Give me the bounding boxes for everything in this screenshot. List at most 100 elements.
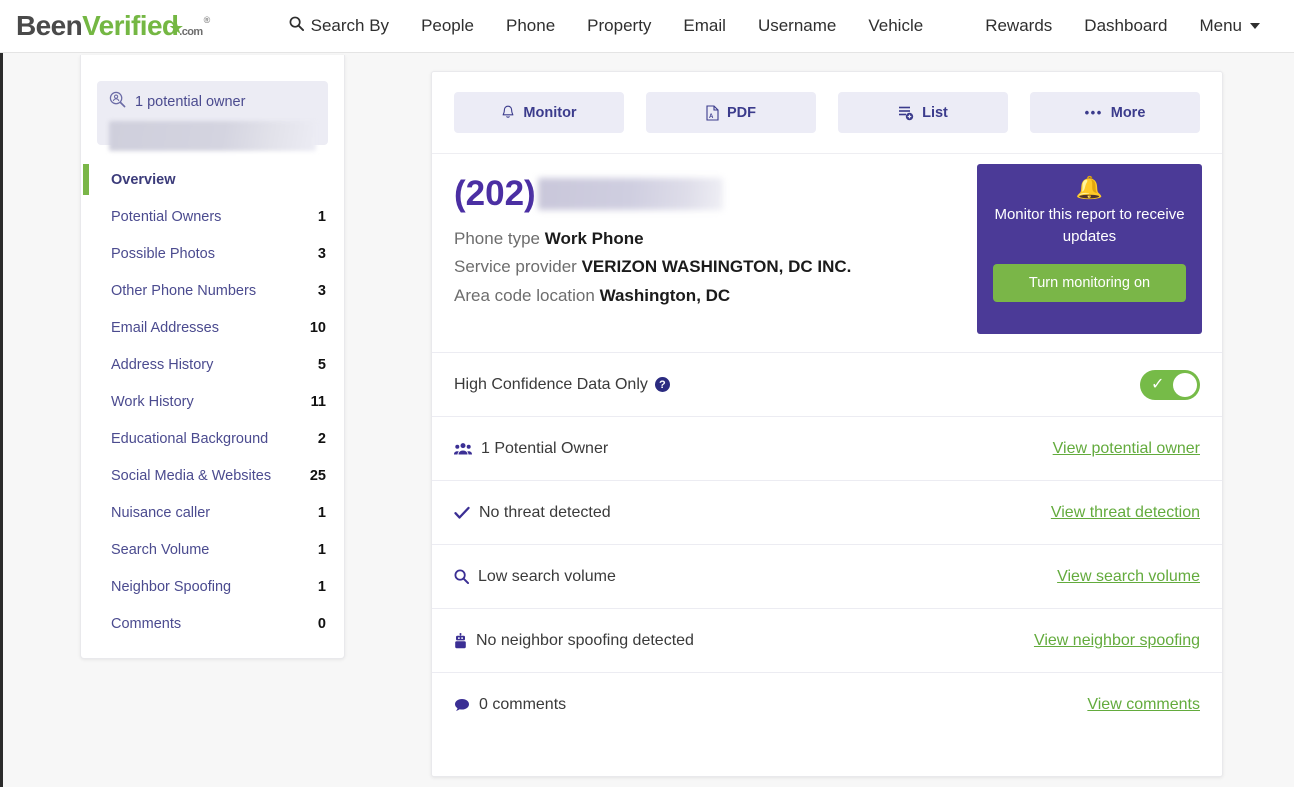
sidebar-item-count: 25 (309, 467, 326, 484)
high-confidence-toggle[interactable]: ✓ (1140, 369, 1200, 400)
top-navigation-bar: Been Verified ★ .com ® Search By People Phon… (0, 0, 1294, 53)
sidebar-item-overview[interactable]: Overview (81, 161, 344, 198)
help-icon[interactable]: ? (654, 377, 670, 393)
sidebar-item-address-history[interactable]: Address History 5 (81, 346, 344, 383)
list-button[interactable]: List (838, 92, 1008, 133)
pdf-file-icon: A (706, 104, 719, 121)
nav-label-dashboard: Dashboard (1084, 16, 1168, 35)
sidebar-item-label: Neighbor Spoofing (111, 578, 232, 595)
potential-owner-redacted-value (109, 121, 316, 151)
pdf-button-label: PDF (727, 104, 756, 121)
sidebar-item-count: 2 (317, 430, 326, 447)
sidebar-item-label: Work History (111, 393, 194, 410)
potential-owner-label: 1 potential owner (135, 93, 246, 110)
sidebar-item-count: 10 (309, 319, 326, 336)
sidebar-item-potential-owners[interactable]: Potential Owners 1 (81, 198, 344, 235)
sidebar-item-work-history[interactable]: Work History 11 (81, 383, 344, 420)
report-sidebar: 1 potential owner Overview Potential Own… (80, 55, 345, 659)
sidebar-item-other-phone-numbers[interactable]: Other Phone Numbers 3 (81, 272, 344, 309)
high-confidence-label-group: High Confidence Data Only ? (454, 376, 670, 394)
sidebar-item-label: Social Media & Websites (111, 467, 272, 484)
nav-item-phone[interactable]: Phone (490, 16, 571, 36)
sidebar-item-comments[interactable]: Comments 0 (81, 605, 344, 642)
sidebar-item-label: Possible Photos (111, 245, 215, 262)
phone-summary-section: (202) Phone type Work Phone Service prov… (432, 154, 1222, 334)
nav-item-property[interactable]: Property (571, 16, 667, 36)
more-button-label: More (1110, 104, 1146, 121)
sidebar-item-search-volume[interactable]: Search Volume 1 (81, 531, 344, 568)
nav-item-username[interactable]: Username (742, 16, 852, 36)
beenverified-logo[interactable]: Been Verified ★ .com ® (16, 12, 221, 40)
sidebar-item-count: 1 (317, 541, 326, 558)
summary-row-content: No neighbor spoofing detected (454, 632, 694, 650)
potential-owner-selector[interactable]: 1 potential owner (97, 81, 328, 151)
sidebar-item-nuisance-caller[interactable]: Nuisance caller 1 (81, 494, 344, 531)
search-person-icon (109, 91, 126, 112)
high-confidence-label: High Confidence Data Only (454, 375, 648, 393)
robot-icon (454, 632, 467, 649)
nav-item-search-by[interactable]: Search By (273, 16, 405, 36)
list-add-icon (898, 105, 914, 121)
logo-verified: Verified (82, 10, 179, 41)
sidebar-item-email-addresses[interactable]: Email Addresses 10 (81, 309, 344, 346)
monitor-promo-text: Monitor this report to receive updates (994, 206, 1185, 245)
view-potential-owner-link[interactable]: View potential owner (1053, 440, 1200, 458)
monitor-button-label: Monitor (523, 104, 577, 121)
sidebar-item-count: 0 (317, 615, 326, 632)
page-body: 1 potential owner Overview Potential Own… (0, 53, 1294, 787)
report-toolbar: Monitor A PDF List ••• More (432, 72, 1222, 154)
phone-type-value: Work Phone (544, 228, 644, 248)
toggle-knob (1173, 372, 1197, 397)
toggle-check-icon: ✓ (1151, 375, 1165, 393)
nav-item-email[interactable]: Email (667, 16, 742, 36)
high-confidence-toggle-row: High Confidence Data Only ? ✓ (432, 352, 1222, 416)
sidebar-item-social-media-websites[interactable]: Social Media & Websites 25 (81, 457, 344, 494)
nav-label-rewards: Rewards (985, 16, 1053, 35)
nav-label-people: People (421, 16, 474, 35)
summary-row-content: No threat detected (454, 504, 611, 522)
list-button-label: List (922, 104, 948, 121)
monitor-button[interactable]: Monitor (454, 92, 624, 133)
sidebar-item-count: 11 (310, 393, 326, 410)
phone-type-label: Phone type (454, 228, 541, 248)
more-button[interactable]: ••• More (1030, 92, 1200, 133)
view-search-volume-link[interactable]: View search volume (1057, 568, 1200, 586)
nav-label-phone: Phone (506, 16, 556, 35)
summary-row-search-volume: Low search volume View search volume (432, 544, 1222, 608)
phone-number-prefix: (202) (454, 174, 536, 213)
view-neighbor-spoofing-link[interactable]: View neighbor spoofing (1034, 632, 1200, 650)
nav-item-menu[interactable]: Menu (1183, 16, 1276, 36)
view-threat-detection-link[interactable]: View threat detection (1051, 504, 1200, 522)
service-provider-label: Service provider (454, 257, 577, 277)
pdf-button[interactable]: A PDF (646, 92, 816, 133)
logo-registered-icon: ® (203, 15, 211, 25)
potential-owner-header: 1 potential owner (109, 91, 316, 112)
sidebar-item-label: Overview (111, 171, 176, 188)
sidebar-section-list: Overview Potential Owners 1 Possible Pho… (81, 161, 344, 642)
sidebar-item-neighbor-spoofing[interactable]: Neighbor Spoofing 1 (81, 568, 344, 605)
nav-item-dashboard[interactable]: Dashboard (1068, 16, 1183, 36)
turn-monitoring-on-button[interactable]: Turn monitoring on (993, 263, 1186, 302)
nav-label-email: Email (683, 16, 726, 35)
nav-label-vehicle: Vehicle (868, 16, 924, 35)
sidebar-item-count: 5 (317, 356, 326, 373)
sidebar-item-label: Address History (111, 356, 214, 373)
nav-item-people[interactable]: People (405, 16, 490, 36)
sidebar-item-possible-photos[interactable]: Possible Photos 3 (81, 235, 344, 272)
ellipsis-icon: ••• (1084, 105, 1103, 120)
monitor-promo-card: 🔔 Monitor this report to receive updates… (977, 164, 1202, 334)
chevron-down-icon (1250, 23, 1260, 29)
summary-row-threat: No threat detected View threat detection (432, 480, 1222, 544)
summary-row-text: Low search volume (478, 567, 616, 585)
check-icon (454, 506, 470, 520)
sidebar-item-count: 1 (317, 208, 326, 225)
sidebar-item-educational-background[interactable]: Educational Background 2 (81, 420, 344, 457)
sidebar-item-label: Potential Owners (111, 208, 222, 225)
area-code-value: Washington, DC (599, 285, 731, 305)
nav-item-rewards[interactable]: Rewards (969, 16, 1068, 36)
view-comments-link[interactable]: View comments (1087, 696, 1200, 714)
comment-icon (454, 698, 470, 712)
svg-text:A: A (709, 114, 714, 120)
nav-item-vehicle[interactable]: Vehicle (852, 16, 939, 36)
summary-row-comments: 0 comments View comments (432, 672, 1222, 736)
